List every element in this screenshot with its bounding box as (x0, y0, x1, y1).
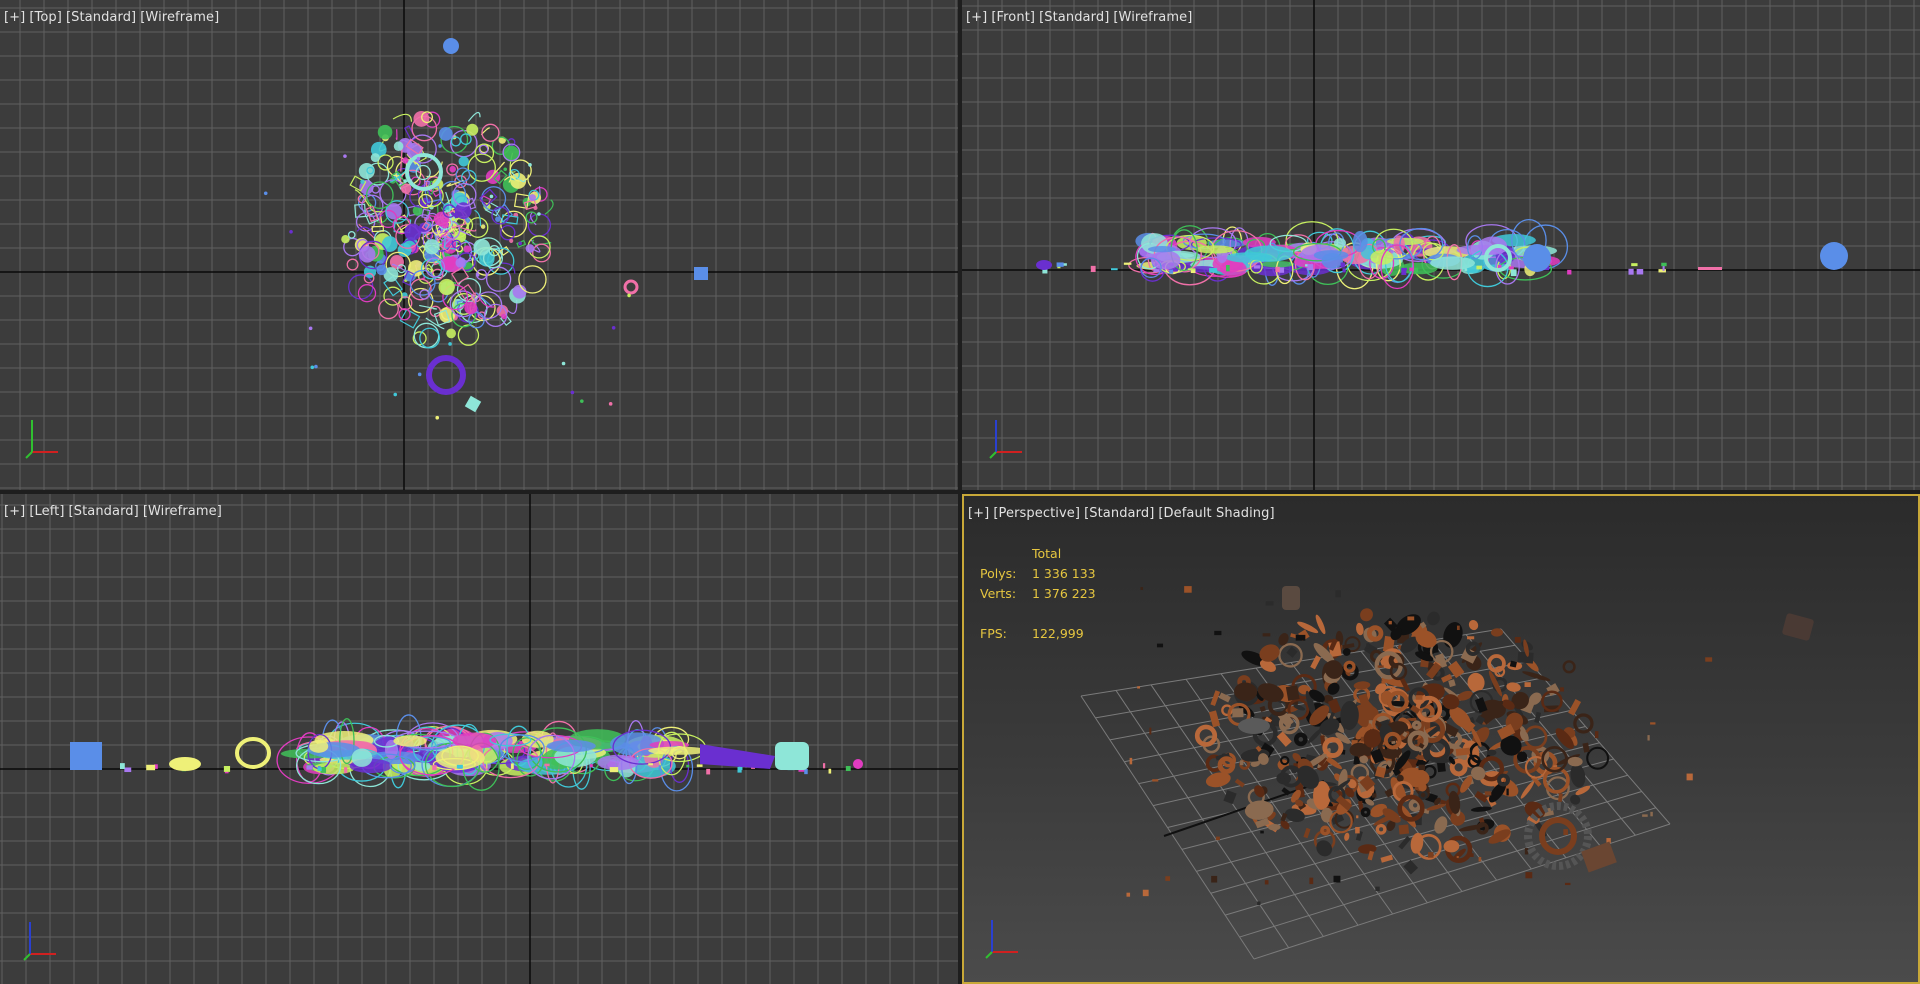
viewport-perspective-label: [+] [Perspective] [Standard] [Default Shadi… (968, 506, 1279, 521)
viewport-top-standard-label[interactable]: [Standard] (66, 10, 136, 25)
viewport-front-shading-label[interactable]: [Wireframe] (1113, 10, 1192, 25)
stats-fps-value: 122,999 (1032, 626, 1084, 641)
viewport-top-view-label[interactable]: [Top] (29, 10, 62, 25)
viewport-perspective-canvas (985, 586, 1814, 960)
viewport-front-menu-button[interactable]: [+] (966, 10, 987, 25)
viewport-top-menu-button[interactable]: [+] (4, 10, 25, 25)
viewport-top-label: [+] [Top] [Standard] [Wireframe] (4, 10, 223, 25)
viewport-left-view-label[interactable]: [Left] (29, 504, 64, 519)
viewport-top-canvas (0, 0, 958, 490)
viewport-perspective-standard-label[interactable]: [Standard] (1084, 506, 1154, 521)
viewport-front-label: [+] [Front] [Standard] [Wireframe] (966, 10, 1196, 25)
viewport-front[interactable]: [+] [Front] [Standard] [Wireframe] (962, 0, 1920, 490)
viewport-front-canvas (962, 0, 1920, 490)
viewport-front-view-label[interactable]: [Front] (991, 10, 1035, 25)
viewport-front-standard-label[interactable]: [Standard] (1039, 10, 1109, 25)
viewport-perspective-view-label[interactable]: [Perspective] (993, 506, 1080, 521)
viewport-perspective[interactable]: [+] [Perspective] [Standard] [Default Shadi… (962, 494, 1920, 984)
viewport-perspective-menu-button[interactable]: [+] (968, 506, 989, 521)
axis-tripod-icon (989, 420, 1022, 459)
viewport-left-standard-label[interactable]: [Standard] (69, 504, 139, 519)
stats-fps-label: FPS: (980, 626, 1007, 641)
axis-tripod-icon (23, 922, 56, 961)
viewport-left-menu-button[interactable]: [+] (4, 504, 25, 519)
viewport-left-canvas (0, 494, 958, 984)
viewport-left-label: [+] [Left] [Standard] [Wireframe] (4, 504, 226, 519)
stats-verts-value: 1 376 223 (1032, 586, 1096, 601)
stats-total-header: Total (1032, 546, 1062, 561)
viewport-top[interactable]: [+] [Top] [Standard] [Wireframe] (0, 0, 958, 490)
viewport-left[interactable]: [+] [Left] [Standard] [Wireframe] (0, 494, 958, 984)
axis-tripod-icon (985, 920, 1018, 959)
stats-polys-label: Polys: (980, 566, 1017, 581)
axis-tripod-icon (25, 420, 58, 459)
stats-polys-value: 1 336 133 (1032, 566, 1096, 581)
viewport-left-shading-label[interactable]: [Wireframe] (143, 504, 222, 519)
viewport-top-shading-label[interactable]: [Wireframe] (140, 10, 219, 25)
stats-verts-label: Verts: (980, 586, 1017, 601)
viewport-perspective-shading-label[interactable]: [Default Shading] (1158, 506, 1274, 521)
